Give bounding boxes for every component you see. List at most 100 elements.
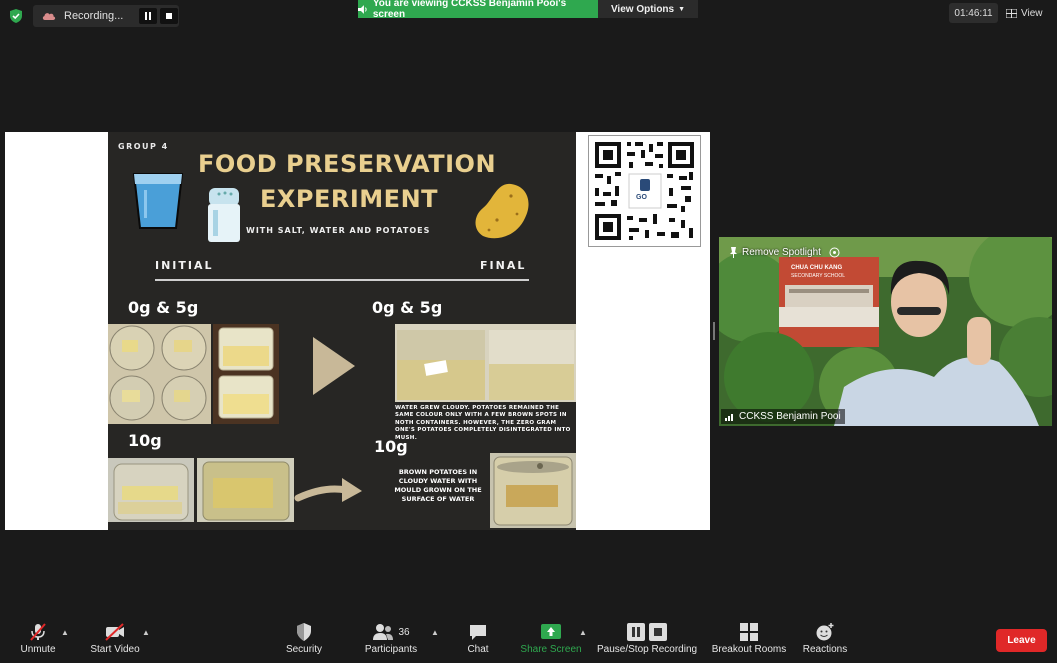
initial-petri-dishes-photo [108, 324, 211, 424]
participants-options-caret-icon[interactable]: ▲ [431, 628, 439, 637]
final-group2-label: 10g [374, 437, 408, 456]
chat-button[interactable]: Chat [462, 622, 494, 655]
zoom-meeting-window: Recording... You are viewing CCKSS Benja… [0, 0, 1057, 663]
security-shield-icon [10, 9, 22, 23]
final-label: FINAL [480, 259, 527, 272]
stop-recording-button[interactable] [160, 8, 178, 24]
panel-resize-handle[interactable] [713, 322, 715, 340]
potato-illustration [475, 183, 529, 239]
school-sign-text-2: SECONDARY SCHOOL [791, 273, 845, 279]
final-group1-caption: WATER GREW CLOUDY. POTATOES REMAINED THE… [395, 405, 571, 441]
participants-button[interactable]: 36 Participants [362, 622, 420, 655]
initial-containers-photo [213, 324, 279, 424]
reactions-button[interactable]: Reactions [801, 622, 849, 655]
salt-shaker-illustration [208, 188, 240, 242]
view-options-label: View Options [610, 3, 675, 15]
unmute-button[interactable]: Unmute [12, 622, 64, 655]
start-video-label: Start Video [90, 644, 140, 655]
recording-indicator: Recording... [33, 5, 179, 27]
mould-jar-image [490, 453, 576, 528]
participants-label: Participants [364, 644, 418, 655]
unmute-label: Unmute [20, 644, 56, 655]
participants-count: 36 [398, 626, 410, 638]
more-options-icon [829, 247, 840, 258]
water-glass-illustration [132, 173, 184, 229]
breakout-rooms-icon [740, 623, 758, 641]
cloud-recording-icon [42, 13, 56, 20]
remove-spotlight-button[interactable]: Remove Spotlight [729, 247, 840, 258]
qr-logo-text: GO [636, 194, 647, 201]
final-group2-caption: BROWN POTATOES IN CLOUDY WATER WITH MOUL… [394, 468, 482, 504]
qr-code-image [589, 136, 700, 246]
pin-icon [730, 247, 737, 258]
video-feed-image [719, 237, 1052, 426]
initial-10g-photo-2 [197, 458, 294, 522]
share-screen-icon [541, 624, 561, 639]
share-screen-button[interactable]: Share Screen [518, 622, 584, 655]
share-screen-label: Share Screen [520, 644, 582, 655]
stop-icon [166, 13, 172, 19]
viewing-banner: You are viewing CCKSS Benjamin Pooi's sc… [358, 0, 598, 20]
curved-arrow [294, 478, 362, 502]
final-containers-photo [395, 324, 576, 402]
chat-label: Chat [467, 644, 489, 655]
final-10g-photo [490, 453, 576, 528]
security-label: Security [285, 644, 323, 655]
video-off-icon [105, 623, 124, 641]
leave-button[interactable]: Leave [996, 629, 1047, 652]
initial-10g-photo-1 [108, 458, 194, 522]
share-options-caret-icon[interactable]: ▲ [579, 628, 587, 637]
meeting-timer: 01:46:11 [949, 3, 998, 23]
petri-dishes-image [108, 324, 211, 424]
security-button[interactable]: Security [282, 622, 326, 655]
final-containers-image [395, 324, 576, 402]
audio-options-caret-icon[interactable]: ▲ [61, 628, 69, 637]
slide-subtitle: WITH SALT, WATER AND POTATOES [246, 226, 431, 235]
presentation-slide: GROUP 4 FOOD PRESERVATION EXPERIMENT WIT… [108, 132, 576, 530]
initial-label: INITIAL [155, 259, 214, 272]
slide-title-line1: FOOD PRESERVATION [198, 150, 497, 178]
participants-icon [373, 624, 394, 640]
recording-label: Recording... [64, 10, 124, 22]
grid-view-icon [1006, 8, 1017, 18]
school-sign-text: CHUA CHU KANG [791, 265, 843, 271]
participant-video-tile[interactable]: CHUA CHU KANG SECONDARY SCHOOL Remove Sp… [719, 237, 1052, 426]
view-label: View [1021, 7, 1043, 19]
pause-recording-button[interactable] [139, 8, 157, 24]
right-arrow-triangle [313, 337, 355, 395]
pause-recording-icon [627, 623, 645, 641]
remove-spotlight-label: Remove Spotlight [742, 247, 821, 258]
chat-bubble-icon [470, 625, 486, 640]
jar-image-1 [108, 458, 194, 522]
start-video-button[interactable]: Start Video [86, 622, 144, 655]
muted-microphone-icon [30, 623, 46, 641]
pause-stop-recording-label: Pause/Stop Recording [597, 644, 698, 655]
group-label: GROUP 4 [118, 142, 169, 151]
breakout-rooms-button[interactable]: Breakout Rooms [709, 622, 789, 655]
final-group1-label: 0g & 5g [372, 298, 443, 317]
slide-divider [155, 279, 529, 281]
containers-image [213, 324, 279, 424]
pause-stop-recording-button[interactable]: Pause/Stop Recording [597, 622, 697, 655]
jar-image-2 [197, 458, 294, 522]
viewing-text: You are viewing CCKSS Benjamin Pooi's sc… [372, 0, 567, 20]
stop-recording-icon [649, 623, 667, 641]
qr-code: GO [588, 135, 701, 247]
chevron-down-icon: ▼ [678, 5, 686, 13]
view-options-button[interactable]: View Options ▼ [598, 0, 698, 18]
reactions-label: Reactions [802, 644, 848, 655]
initial-group1-label: 0g & 5g [128, 298, 199, 317]
participant-name: CCKSS Benjamin Pooi [739, 411, 841, 422]
slide-title-line2: EXPERIMENT [260, 185, 439, 213]
signal-strength-icon [725, 414, 733, 421]
shared-screen: GROUP 4 FOOD PRESERVATION EXPERIMENT WIT… [5, 132, 710, 530]
video-options-caret-icon[interactable]: ▲ [142, 628, 150, 637]
shield-icon [297, 623, 311, 641]
initial-group2-label: 10g [128, 431, 162, 450]
speaker-icon [358, 4, 367, 14]
view-button[interactable]: View [1006, 3, 1043, 23]
participant-name-tag: CCKSS Benjamin Pooi [721, 409, 845, 424]
smiley-plus-icon [816, 623, 834, 641]
pause-icon [145, 12, 151, 20]
breakout-rooms-label: Breakout Rooms [711, 644, 787, 655]
